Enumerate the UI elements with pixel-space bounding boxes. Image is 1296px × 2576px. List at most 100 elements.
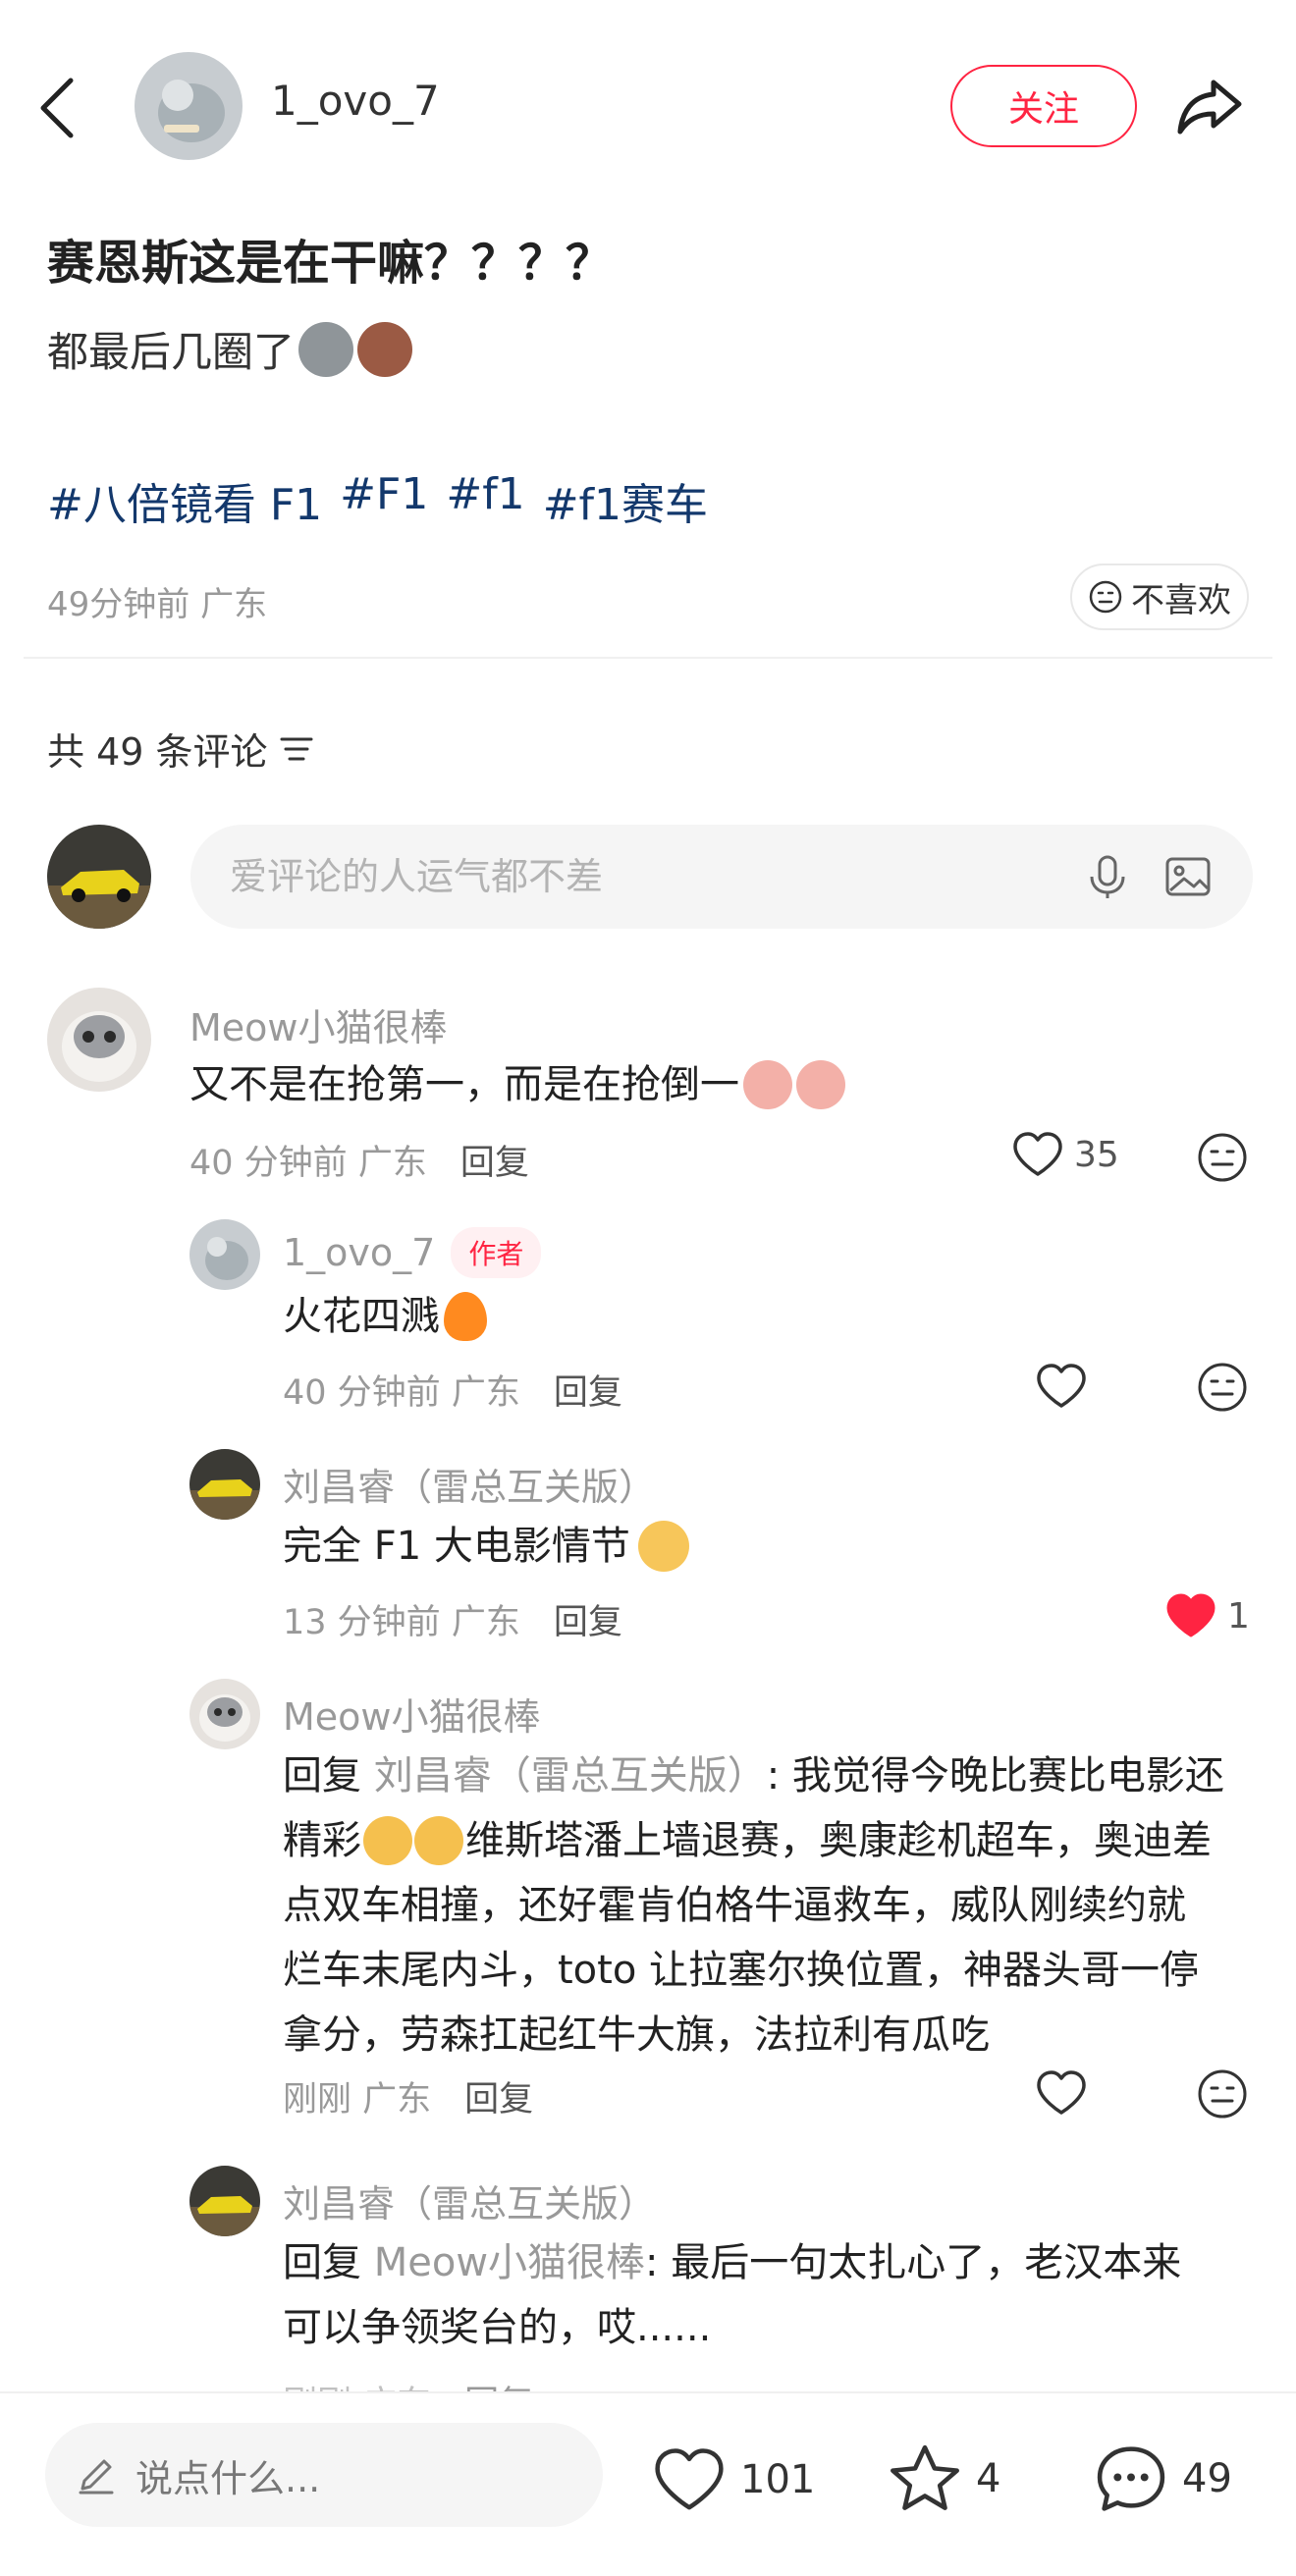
angry-face-emoji-icon — [357, 321, 413, 377]
comment-bubble-icon — [1097, 2446, 1165, 2511]
comment-meta: 13 分钟前 广东 回复 — [283, 1594, 622, 1644]
cat-emoji-icon — [637, 1521, 689, 1572]
comment-meta: 40 分钟前 广东 回复 — [283, 1365, 622, 1415]
comment-text-content: 维斯塔潘上墙退赛，奥康趁机超车，奥迪差 — [465, 1818, 1212, 1863]
commenter-name[interactable]: 刘昌睿（雷总互关版） — [283, 2174, 656, 2227]
comment-location: 广东 — [362, 2080, 432, 2120]
favorite-button[interactable]: 4 — [888, 2442, 1000, 2515]
comment-line: 烂车末尾内斗，toto 让拉塞尔换位置，神器头哥一停 — [283, 1948, 1200, 1993]
fire-emoji-icon — [444, 1292, 487, 1341]
say-something-input[interactable]: 说点什么... — [45, 2423, 603, 2527]
microphone-icon[interactable] — [1082, 851, 1133, 902]
commenter-avatar[interactable] — [189, 2166, 260, 2236]
neutral-face-icon — [1089, 580, 1122, 614]
hashtag-link[interactable]: #八倍镜看 F1 — [47, 469, 322, 532]
comment-line: 回复 刘昌睿（雷总互关版）: 我觉得今晚比赛比电影还 — [283, 1744, 1255, 1808]
comment-meta: 刚刚 广东 回复 — [283, 2071, 533, 2121]
comment-line: 精彩 维斯塔潘上墙退赛，奥康趁机超车，奥迪差 — [283, 1808, 1255, 1873]
pencil-icon — [79, 2459, 114, 2495]
post-title: 赛恩斯这是在干嘛？？？？ — [47, 236, 614, 291]
comment-location: 广东 — [451, 1603, 520, 1642]
comment-text: 回复 刘昌睿（雷总互关版）: 我觉得今晚比赛比电影还 精彩 维斯塔潘上墙退赛，奥康… — [283, 1744, 1255, 2067]
share-button[interactable] — [1174, 71, 1245, 141]
hashtag-link[interactable]: #f1赛车 — [543, 469, 708, 532]
comment-line: 拿分，劳森扛起红牛大旗，法拉利有瓜吃 — [283, 2012, 990, 2058]
reply-prefix: 回复 — [283, 1753, 361, 1798]
commenter-name[interactable]: Meow小猫很棒 — [189, 997, 448, 1051]
commenter-name[interactable]: 1_ovo_7 — [283, 1231, 435, 1274]
comment-text-content: 精彩 — [283, 1818, 361, 1863]
hashtag-link[interactable]: #F1 — [340, 469, 428, 532]
comment-text-content: 完全 F1 大电影情节 — [283, 1524, 630, 1569]
comment-text-content: 又不是在抢第一，而是在抢倒一 — [189, 1062, 739, 1107]
dislike-label: 不喜欢 — [1131, 580, 1231, 620]
my-avatar — [47, 825, 151, 929]
commenter-name[interactable]: 刘昌睿（雷总互关版） — [283, 1457, 656, 1511]
heart-outline-icon — [655, 2448, 724, 2510]
crying-emoji-icon — [796, 1060, 845, 1109]
hashtag-link[interactable]: #f1 — [446, 469, 524, 532]
comment-total-count: 49 — [1182, 2456, 1232, 2501]
comment-time: 刚刚 — [283, 2080, 352, 2120]
reply-button[interactable]: 回复 — [554, 1365, 622, 1415]
laughing-emoji-icon — [414, 1816, 463, 1865]
reply-button[interactable]: 回复 — [460, 1135, 529, 1185]
comment-time: 40 分钟前 — [283, 1373, 441, 1413]
like-count: 35 — [1074, 1134, 1119, 1175]
like-button[interactable]: 1 — [1164, 1592, 1250, 1639]
sort-icon — [280, 737, 313, 760]
comment-location: 广东 — [451, 1373, 520, 1413]
comment-input-box[interactable] — [190, 825, 1253, 929]
comment-text: 又不是在抢第一，而是在抢倒一 — [189, 1052, 845, 1117]
follow-button[interactable]: 关注 — [950, 65, 1137, 147]
post-like-count: 101 — [740, 2457, 816, 2502]
author-avatar[interactable] — [135, 52, 243, 160]
emoji-reaction-icon[interactable] — [1196, 2067, 1249, 2120]
commenter-avatar[interactable] — [189, 1449, 260, 1520]
author-name[interactable]: 1_ovo_7 — [271, 77, 440, 125]
heart-outline-icon[interactable] — [1035, 1363, 1088, 1410]
back-button[interactable] — [39, 69, 98, 147]
like-count: 1 — [1227, 1595, 1250, 1637]
like-button[interactable]: 35 — [1011, 1131, 1119, 1178]
comment-text-content: : 我觉得今晚比赛比电影还 — [766, 1753, 1224, 1798]
divider — [24, 657, 1272, 659]
commenter-header: 1_ovo_7 作者 — [283, 1227, 542, 1278]
comment-count-sort[interactable]: 共 49 条评论 — [47, 722, 313, 776]
reply-button[interactable]: 回复 — [464, 2071, 533, 2121]
commenter-avatar[interactable] — [189, 1679, 260, 1749]
comment-line: 回复 Meow小猫很棒: 最后一句太扎心了，老汉本来 — [283, 2230, 1255, 2295]
author-badge: 作者 — [451, 1227, 542, 1278]
heart-outline-icon[interactable] — [1035, 2069, 1088, 2117]
post-body: 都最后几圈了 — [47, 319, 413, 379]
comment-time: 40 分钟前 — [189, 1144, 348, 1183]
image-icon[interactable] — [1162, 851, 1214, 902]
comment-meta: 40 分钟前 广东 回复 — [189, 1135, 529, 1185]
emoji-reaction-icon[interactable] — [1196, 1361, 1249, 1414]
comment-input[interactable] — [230, 855, 1053, 898]
comment-line: 可以争领奖台的，哎...... — [283, 2305, 712, 2350]
comment-text: 回复 Meow小猫很棒: 最后一句太扎心了，老汉本来 可以争领奖台的，哎....… — [283, 2230, 1255, 2360]
post-like-button[interactable]: 101 — [652, 2446, 815, 2513]
hashtag-list: #八倍镜看 F1 #F1 #f1 #f1赛车 — [47, 469, 708, 532]
chevron-left-icon — [40, 78, 74, 138]
comment-count-label: 共 49 条评论 — [47, 730, 268, 774]
comment-text: 火花四溅 — [283, 1284, 487, 1349]
comment-button[interactable]: 49 — [1094, 2442, 1232, 2515]
crying-emoji-icon — [743, 1060, 792, 1109]
comment-text-content: : 最后一句太扎心了，老汉本来 — [645, 2240, 1182, 2285]
commenter-name[interactable]: Meow小猫很棒 — [283, 1687, 541, 1741]
commenter-avatar[interactable] — [189, 1219, 260, 1290]
reply-to-name[interactable]: Meow小猫很棒 — [374, 2240, 645, 2285]
emoji-reaction-icon[interactable] — [1196, 1131, 1249, 1184]
reply-to-name[interactable]: 刘昌睿（雷总互关版） — [374, 1753, 767, 1798]
comment-time: 13 分钟前 — [283, 1603, 441, 1642]
comment-location: 广东 — [357, 1144, 427, 1183]
gray-face-emoji-icon — [298, 321, 354, 377]
reply-button[interactable]: 回复 — [554, 1594, 622, 1644]
share-icon — [1177, 80, 1242, 134]
reply-prefix: 回复 — [283, 2240, 361, 2285]
say-something-placeholder: 说点什么... — [135, 2456, 321, 2500]
dislike-button[interactable]: 不喜欢 — [1070, 564, 1249, 630]
commenter-avatar[interactable] — [47, 988, 151, 1092]
